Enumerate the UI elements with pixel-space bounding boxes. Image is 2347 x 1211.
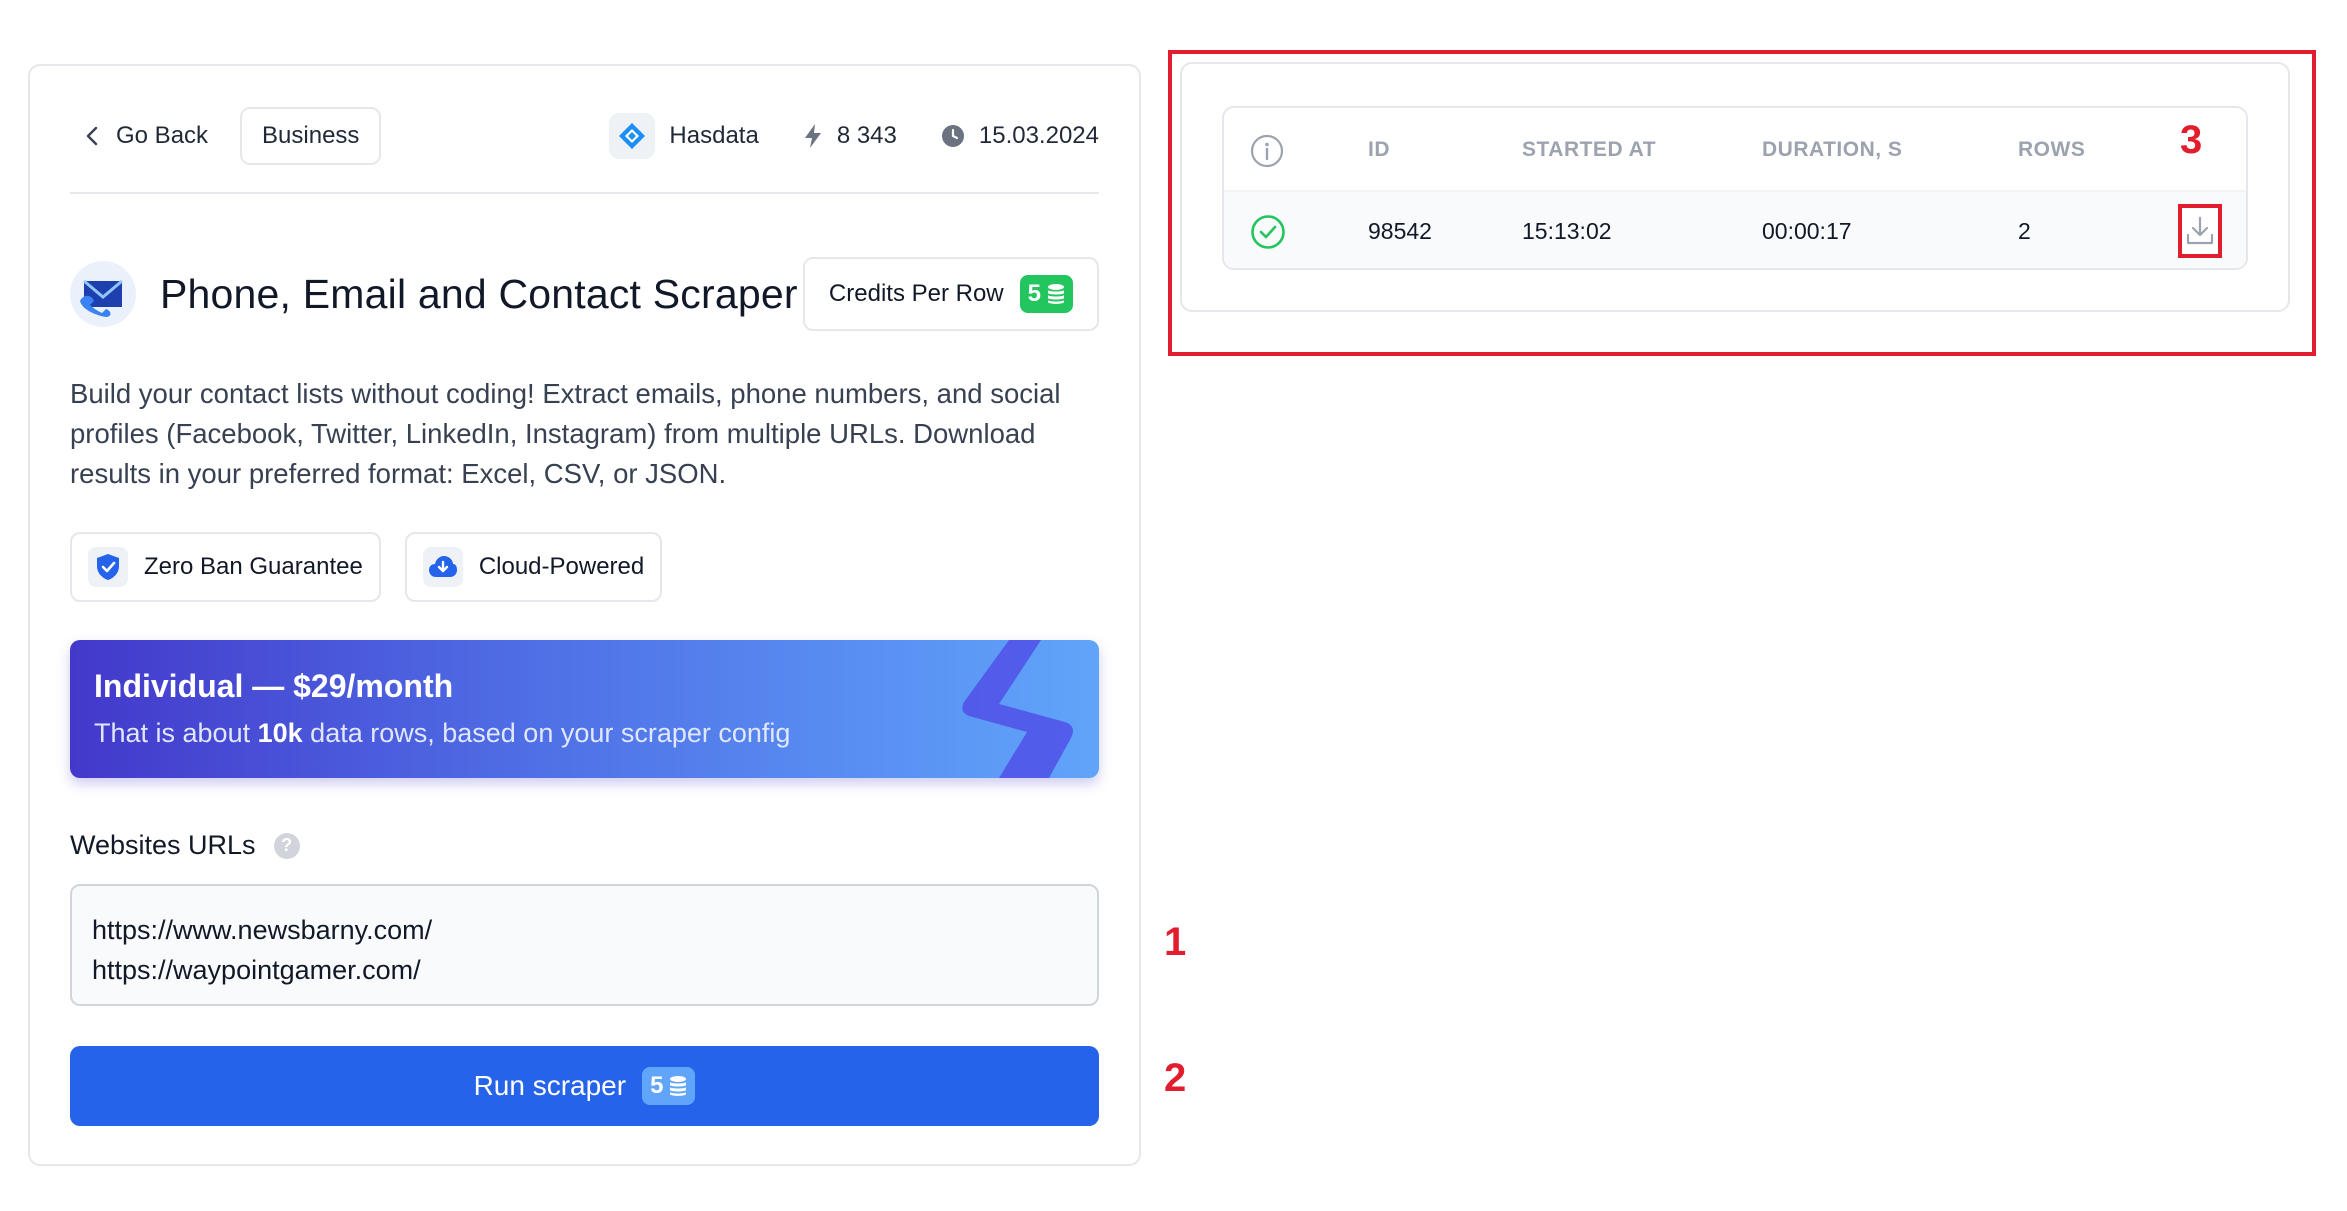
results-table: ID STARTED AT DURATION, S ROWS 98542 15:…	[1222, 106, 2248, 270]
run-credits-badge: 5	[642, 1067, 696, 1105]
column-header-id: ID	[1368, 138, 1390, 161]
updated-date: 15.03.2024	[941, 122, 1099, 150]
cell-duration: 00:00:17	[1762, 218, 1852, 244]
top-bar: Go Back Business Hasdata 8 343 15.03.202…	[70, 106, 1099, 166]
cell-id: 98542	[1368, 218, 1432, 244]
credits-label: Credits Per Row	[828, 280, 1004, 307]
feature-label: Cloud-Powered	[478, 553, 645, 580]
title-row: Phone, Email and Contact Scraper Credits…	[70, 256, 1099, 332]
run-credits-value: 5	[650, 1072, 664, 1099]
scraper-description: Build your contact lists without coding!…	[70, 378, 1061, 489]
results-card: ID STARTED AT DURATION, S ROWS 98542 15:…	[1180, 62, 2290, 312]
runs-count: 8 343	[803, 122, 897, 150]
go-back-label: Go Back	[116, 122, 209, 149]
download-button[interactable]	[2178, 204, 2222, 258]
cloud-download-icon	[422, 547, 463, 587]
runs-value: 8 343	[836, 122, 897, 149]
cell-rows: 2	[2018, 218, 2031, 244]
info-icon[interactable]	[1250, 134, 1284, 168]
run-scraper-button[interactable]: Run scraper 5	[70, 1046, 1099, 1126]
go-back-button[interactable]: Go Back	[70, 106, 222, 166]
plan-banner[interactable]: Individual — $29/month That is about 10k…	[70, 640, 1099, 778]
annotation-2: 2	[1164, 1056, 1187, 1100]
page-title: Phone, Email and Contact Scraper	[160, 270, 798, 317]
coins-icon	[670, 1076, 687, 1096]
vendor: Hasdata	[609, 113, 759, 159]
success-check-icon	[1251, 215, 1285, 249]
table-header: ID STARTED AT DURATION, S ROWS	[1224, 108, 2246, 190]
credits-per-row: Credits Per Row 5	[802, 257, 1099, 331]
coins-icon	[1048, 284, 1064, 304]
url-line: https://www.newsbarny.com/	[92, 915, 433, 945]
divider	[70, 192, 1099, 194]
column-header-duration: DURATION, S	[1762, 138, 1903, 161]
hasdata-logo-icon	[609, 113, 656, 159]
annotation-3: 3	[2180, 118, 2203, 162]
run-scraper-label: Run scraper	[473, 1070, 627, 1101]
chevron-left-icon	[86, 126, 98, 146]
clock-icon	[941, 125, 964, 147]
contact-scraper-icon	[70, 261, 136, 327]
feature-label: Zero Ban Guarantee	[144, 553, 363, 580]
cell-started-at: 15:13:02	[1522, 218, 1612, 244]
credits-badge: 5	[1019, 275, 1073, 313]
feature-list: Zero Ban Guarantee Cloud-Powered	[70, 532, 663, 602]
help-icon[interactable]: ?	[273, 832, 300, 859]
feature-zero-ban: Zero Ban Guarantee	[70, 532, 381, 602]
column-header-rows: ROWS	[2018, 138, 2086, 161]
table-row: 98542 15:13:02 00:00:17 2	[1224, 190, 2246, 268]
urls-label: Websites URLs ?	[70, 830, 300, 861]
date-value: 15.03.2024	[978, 122, 1099, 149]
vendor-name: Hasdata	[669, 122, 759, 149]
urls-label-text: Websites URLs	[70, 830, 256, 860]
download-icon	[2186, 216, 2214, 245]
urls-textarea[interactable]: https://www.newsbarny.com/ https://waypo…	[70, 884, 1099, 1006]
plan-title: Individual — $29/month	[94, 668, 454, 704]
lightning-icon	[804, 124, 821, 148]
credits-value: 5	[1027, 280, 1041, 307]
category-button[interactable]: Business	[240, 107, 382, 165]
annotation-1: 1	[1164, 920, 1187, 964]
lightning-decoration-icon	[962, 640, 1073, 778]
feature-cloud-powered: Cloud-Powered	[404, 532, 663, 602]
url-line: https://waypointgamer.com/	[92, 955, 421, 985]
shield-check-icon	[88, 547, 128, 587]
scraper-card: Go Back Business Hasdata 8 343 15.03.202…	[28, 64, 1141, 1166]
column-header-started-at: STARTED AT	[1522, 138, 1657, 161]
category-label: Business	[262, 122, 360, 149]
plan-subtitle: That is about 10k data rows, based on yo…	[94, 718, 791, 748]
scraper-meta: Hasdata 8 343 15.03.2024	[565, 113, 1099, 159]
